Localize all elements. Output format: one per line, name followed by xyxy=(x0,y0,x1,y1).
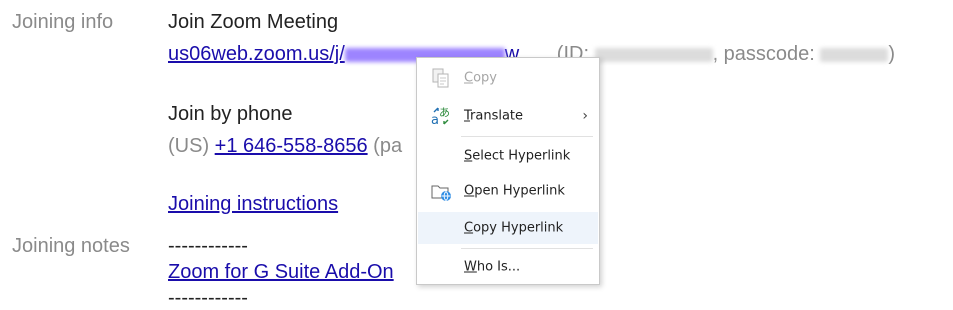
translate-icon: a あ xyxy=(430,105,452,128)
who-is-rest: ho Is... xyxy=(476,259,521,275)
redacted-id xyxy=(594,47,713,62)
menu-item-translate[interactable]: a あ Translate › xyxy=(418,100,598,132)
copy-hyperlink-rest: opy Hyperlink xyxy=(473,220,564,236)
menu-separator xyxy=(461,248,593,249)
close-paren: ) xyxy=(888,43,896,65)
phone-suffix: (pa xyxy=(373,135,403,157)
joining-instructions-link[interactable]: Joining instructions xyxy=(168,193,338,216)
phone-region: (US) xyxy=(168,135,210,157)
copy-hyperlink-accelerator: C xyxy=(464,220,474,236)
menu-item-open-hyperlink-label: Open Hyperlink xyxy=(464,184,565,199)
phone-heading: Join by phone xyxy=(168,103,293,125)
menu-item-who-is-label: Who Is... xyxy=(464,260,520,275)
meeting-id-text: (ID: , passcode: ) xyxy=(557,43,895,65)
menu-item-open-hyperlink[interactable]: Open Hyperlink xyxy=(418,175,598,207)
copy-rest: opy xyxy=(473,70,497,86)
menu-item-select-hyperlink[interactable]: Select Hyperlink xyxy=(418,140,598,172)
select-rest: elect Hyperlink xyxy=(472,148,571,164)
submenu-arrow-icon: › xyxy=(582,108,588,124)
notes-divider-bottom: ------------ xyxy=(168,287,248,309)
menu-item-copy[interactable]: Copy xyxy=(418,62,598,94)
menu-item-copy-label: Copy xyxy=(464,71,497,86)
context-menu: Copy a あ Translate › Select Hyperlink Op… xyxy=(416,57,600,285)
menu-separator xyxy=(461,136,593,137)
joining-info-label: Joining info xyxy=(12,11,114,33)
copy-icon xyxy=(430,67,452,89)
redacted-passcode xyxy=(820,47,889,62)
notes-divider-top: ------------ xyxy=(168,235,248,257)
who-is-accelerator: W xyxy=(464,259,477,275)
open-rest: pen Hyperlink xyxy=(474,183,565,199)
svg-text:a: a xyxy=(431,113,439,127)
translate-rest: ranslate xyxy=(470,108,524,124)
menu-item-copy-hyperlink-label: Copy Hyperlink xyxy=(464,221,563,236)
copy-accelerator: C xyxy=(464,70,474,86)
menu-item-copy-hyperlink[interactable]: Copy Hyperlink xyxy=(418,212,598,244)
menu-item-select-hyperlink-label: Select Hyperlink xyxy=(464,149,570,164)
addon-link[interactable]: Zoom for G Suite Add-On xyxy=(168,261,394,284)
open-accelerator: O xyxy=(464,183,475,199)
joining-notes-label: Joining notes xyxy=(12,235,130,257)
phone-row: (US) +1 646-558-8656 (pa xyxy=(168,135,402,158)
menu-item-who-is[interactable]: Who Is... xyxy=(418,251,598,283)
passcode-prefix: , passcode: xyxy=(712,43,821,65)
meeting-link-text: us06web.zoom.us/j/ xyxy=(168,43,345,65)
open-hyperlink-icon xyxy=(430,180,452,202)
menu-item-translate-label: Translate xyxy=(464,109,523,124)
phone-number-link[interactable]: +1 646-558-8656 xyxy=(215,135,368,157)
svg-text:あ: あ xyxy=(439,106,450,119)
meeting-title: Join Zoom Meeting xyxy=(168,11,339,33)
